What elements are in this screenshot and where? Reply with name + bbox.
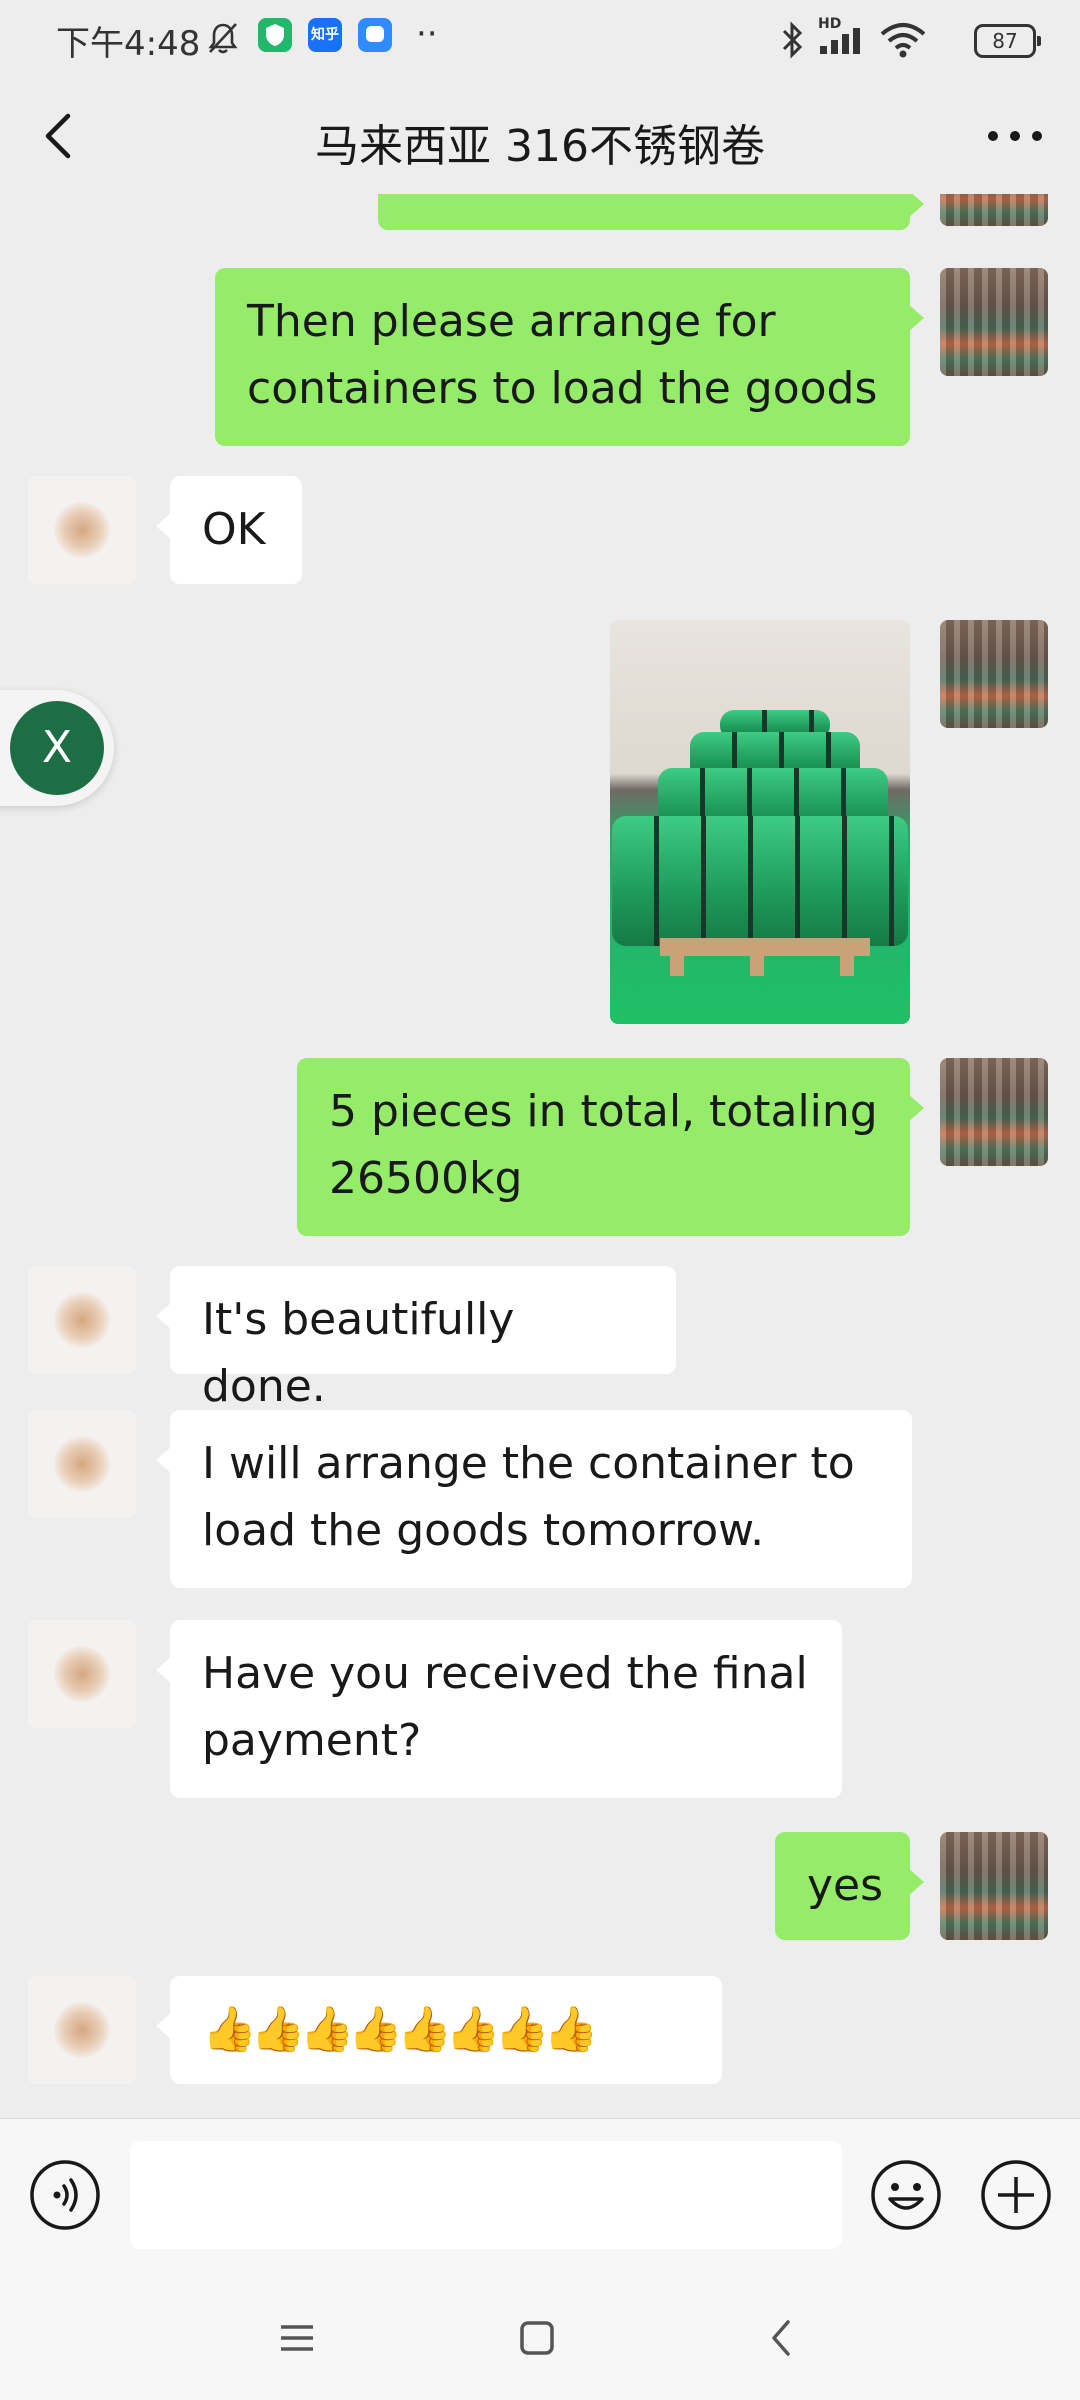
emoji-icon[interactable]	[868, 2157, 944, 2233]
my-avatar[interactable]	[940, 268, 1048, 376]
wifi-icon	[880, 23, 926, 58]
message-bubble-outgoing[interactable]: 5 pieces in total, totaling 26500kg	[297, 1058, 924, 1236]
more-notifications-icon: ··	[416, 14, 438, 54]
message-bubble-partial[interactable]	[378, 194, 924, 230]
contact-avatar[interactable]	[28, 1266, 136, 1374]
message-bubble-outgoing[interactable]: Then please arrange for containers to lo…	[215, 268, 924, 446]
steel-coil	[612, 816, 908, 946]
status-time: 下午4:48	[56, 24, 201, 64]
wood-pallet	[750, 956, 764, 976]
wood-pallet	[840, 956, 854, 976]
chat-app-icon	[358, 18, 392, 52]
plus-icon[interactable]	[978, 2157, 1054, 2233]
signal-icon	[820, 28, 860, 54]
battery-indicator: 87	[974, 24, 1041, 58]
message-bubble-incoming[interactable]: Have you received the final payment?	[156, 1620, 842, 1798]
more-options-icon[interactable]	[980, 116, 1050, 156]
message-bubble-incoming[interactable]: It's beautifully done.	[156, 1266, 676, 1412]
system-nav-bar	[0, 2278, 1080, 2400]
message-list[interactable]: Then please arrange for containers to lo…	[0, 194, 1080, 2114]
bluetooth-icon	[782, 21, 803, 59]
voice-input-icon[interactable]	[27, 2157, 103, 2233]
message-bubble-incoming[interactable]: 👍👍👍👍👍👍👍👍	[156, 1976, 722, 2084]
contact-avatar[interactable]	[28, 1976, 136, 2084]
my-avatar[interactable]	[940, 194, 1048, 226]
floating-x-button[interactable]: X	[0, 690, 114, 806]
my-avatar[interactable]	[940, 1058, 1048, 1166]
wood-pallet	[670, 956, 684, 976]
shield-app-icon	[258, 18, 292, 52]
message-input[interactable]	[130, 2141, 842, 2249]
status-bar: 下午4:48 知乎 ·· HD 87	[0, 0, 1080, 76]
chat-header: 马来西亚 316不锈钢卷	[0, 76, 1080, 194]
contact-avatar[interactable]	[28, 476, 136, 584]
chat-title: 马来西亚 316不锈钢卷	[315, 121, 765, 172]
contact-avatar[interactable]	[28, 1410, 136, 1518]
back-icon[interactable]	[752, 2308, 812, 2368]
x-icon: X	[10, 701, 104, 795]
mute-bell-icon	[208, 23, 238, 54]
home-icon[interactable]	[507, 2308, 567, 2368]
input-bar	[0, 2118, 1080, 2279]
message-bubble-incoming[interactable]: OK	[156, 476, 302, 584]
message-image-steel-coils[interactable]	[610, 620, 910, 1024]
wood-pallet	[660, 938, 870, 956]
menu-icon[interactable]	[267, 2308, 327, 2368]
message-bubble-outgoing[interactable]: yes	[775, 1832, 924, 1940]
contact-avatar[interactable]	[28, 1620, 136, 1728]
my-avatar[interactable]	[940, 1832, 1048, 1940]
zhihu-app-icon: 知乎	[308, 18, 342, 52]
message-bubble-incoming[interactable]: I will arrange the container to load the…	[156, 1410, 912, 1588]
my-avatar[interactable]	[940, 620, 1048, 728]
